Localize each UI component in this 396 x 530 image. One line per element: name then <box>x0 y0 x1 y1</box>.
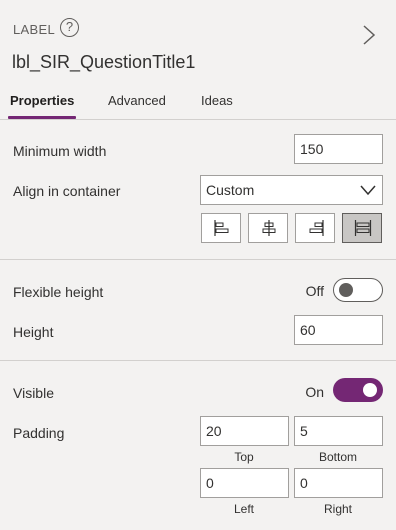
flexible-height-state: Off <box>305 283 324 299</box>
align-in-container-label: Align in container <box>13 183 121 199</box>
height-input[interactable] <box>294 315 383 345</box>
control-type-label: LABEL <box>13 22 55 37</box>
align-start-button[interactable] <box>201 213 241 243</box>
visible-label: Visible <box>13 385 54 401</box>
toggle-knob <box>339 283 353 297</box>
chevron-down-icon <box>360 185 376 196</box>
align-end-icon <box>309 220 324 236</box>
align-start-icon <box>214 220 229 236</box>
tab-advanced[interactable]: Advanced <box>108 93 166 108</box>
padding-top-input[interactable] <box>200 416 289 446</box>
align-center-button[interactable] <box>248 213 288 243</box>
tab-ideas[interactable]: Ideas <box>201 93 233 108</box>
align-stretch-button[interactable] <box>342 213 382 243</box>
control-name[interactable]: lbl_SIR_QuestionTitle1 <box>12 52 195 73</box>
align-stretch-icon <box>354 220 372 236</box>
flexible-height-label: Flexible height <box>13 284 104 300</box>
visible-state: On <box>305 384 324 400</box>
padding-bottom-caption: Bottom <box>318 450 357 464</box>
toggle-knob <box>363 383 377 397</box>
padding-left-input[interactable] <box>200 468 289 498</box>
flexible-height-toggle[interactable] <box>333 278 383 302</box>
tab-divider <box>0 119 396 120</box>
min-width-label: Minimum width <box>13 143 107 159</box>
padding-right-input[interactable] <box>294 468 383 498</box>
chevron-right-icon[interactable] <box>359 25 379 45</box>
help-icon[interactable]: ? <box>60 18 79 37</box>
section-divider <box>0 259 396 260</box>
tab-properties[interactable]: Properties <box>10 93 74 108</box>
padding-top-caption: Top <box>234 450 254 464</box>
section-divider <box>0 360 396 361</box>
padding-left-caption: Left <box>233 502 254 516</box>
align-center-icon <box>262 220 276 236</box>
align-in-container-dropdown[interactable]: Custom <box>200 175 383 205</box>
align-end-button[interactable] <box>295 213 335 243</box>
padding-bottom-input[interactable] <box>294 416 383 446</box>
min-width-input[interactable] <box>294 134 383 164</box>
height-label: Height <box>13 324 54 340</box>
padding-right-caption: Right <box>323 502 352 516</box>
align-dropdown-value: Custom <box>206 182 255 198</box>
visible-toggle[interactable] <box>333 378 383 402</box>
padding-label: Padding <box>13 425 65 441</box>
